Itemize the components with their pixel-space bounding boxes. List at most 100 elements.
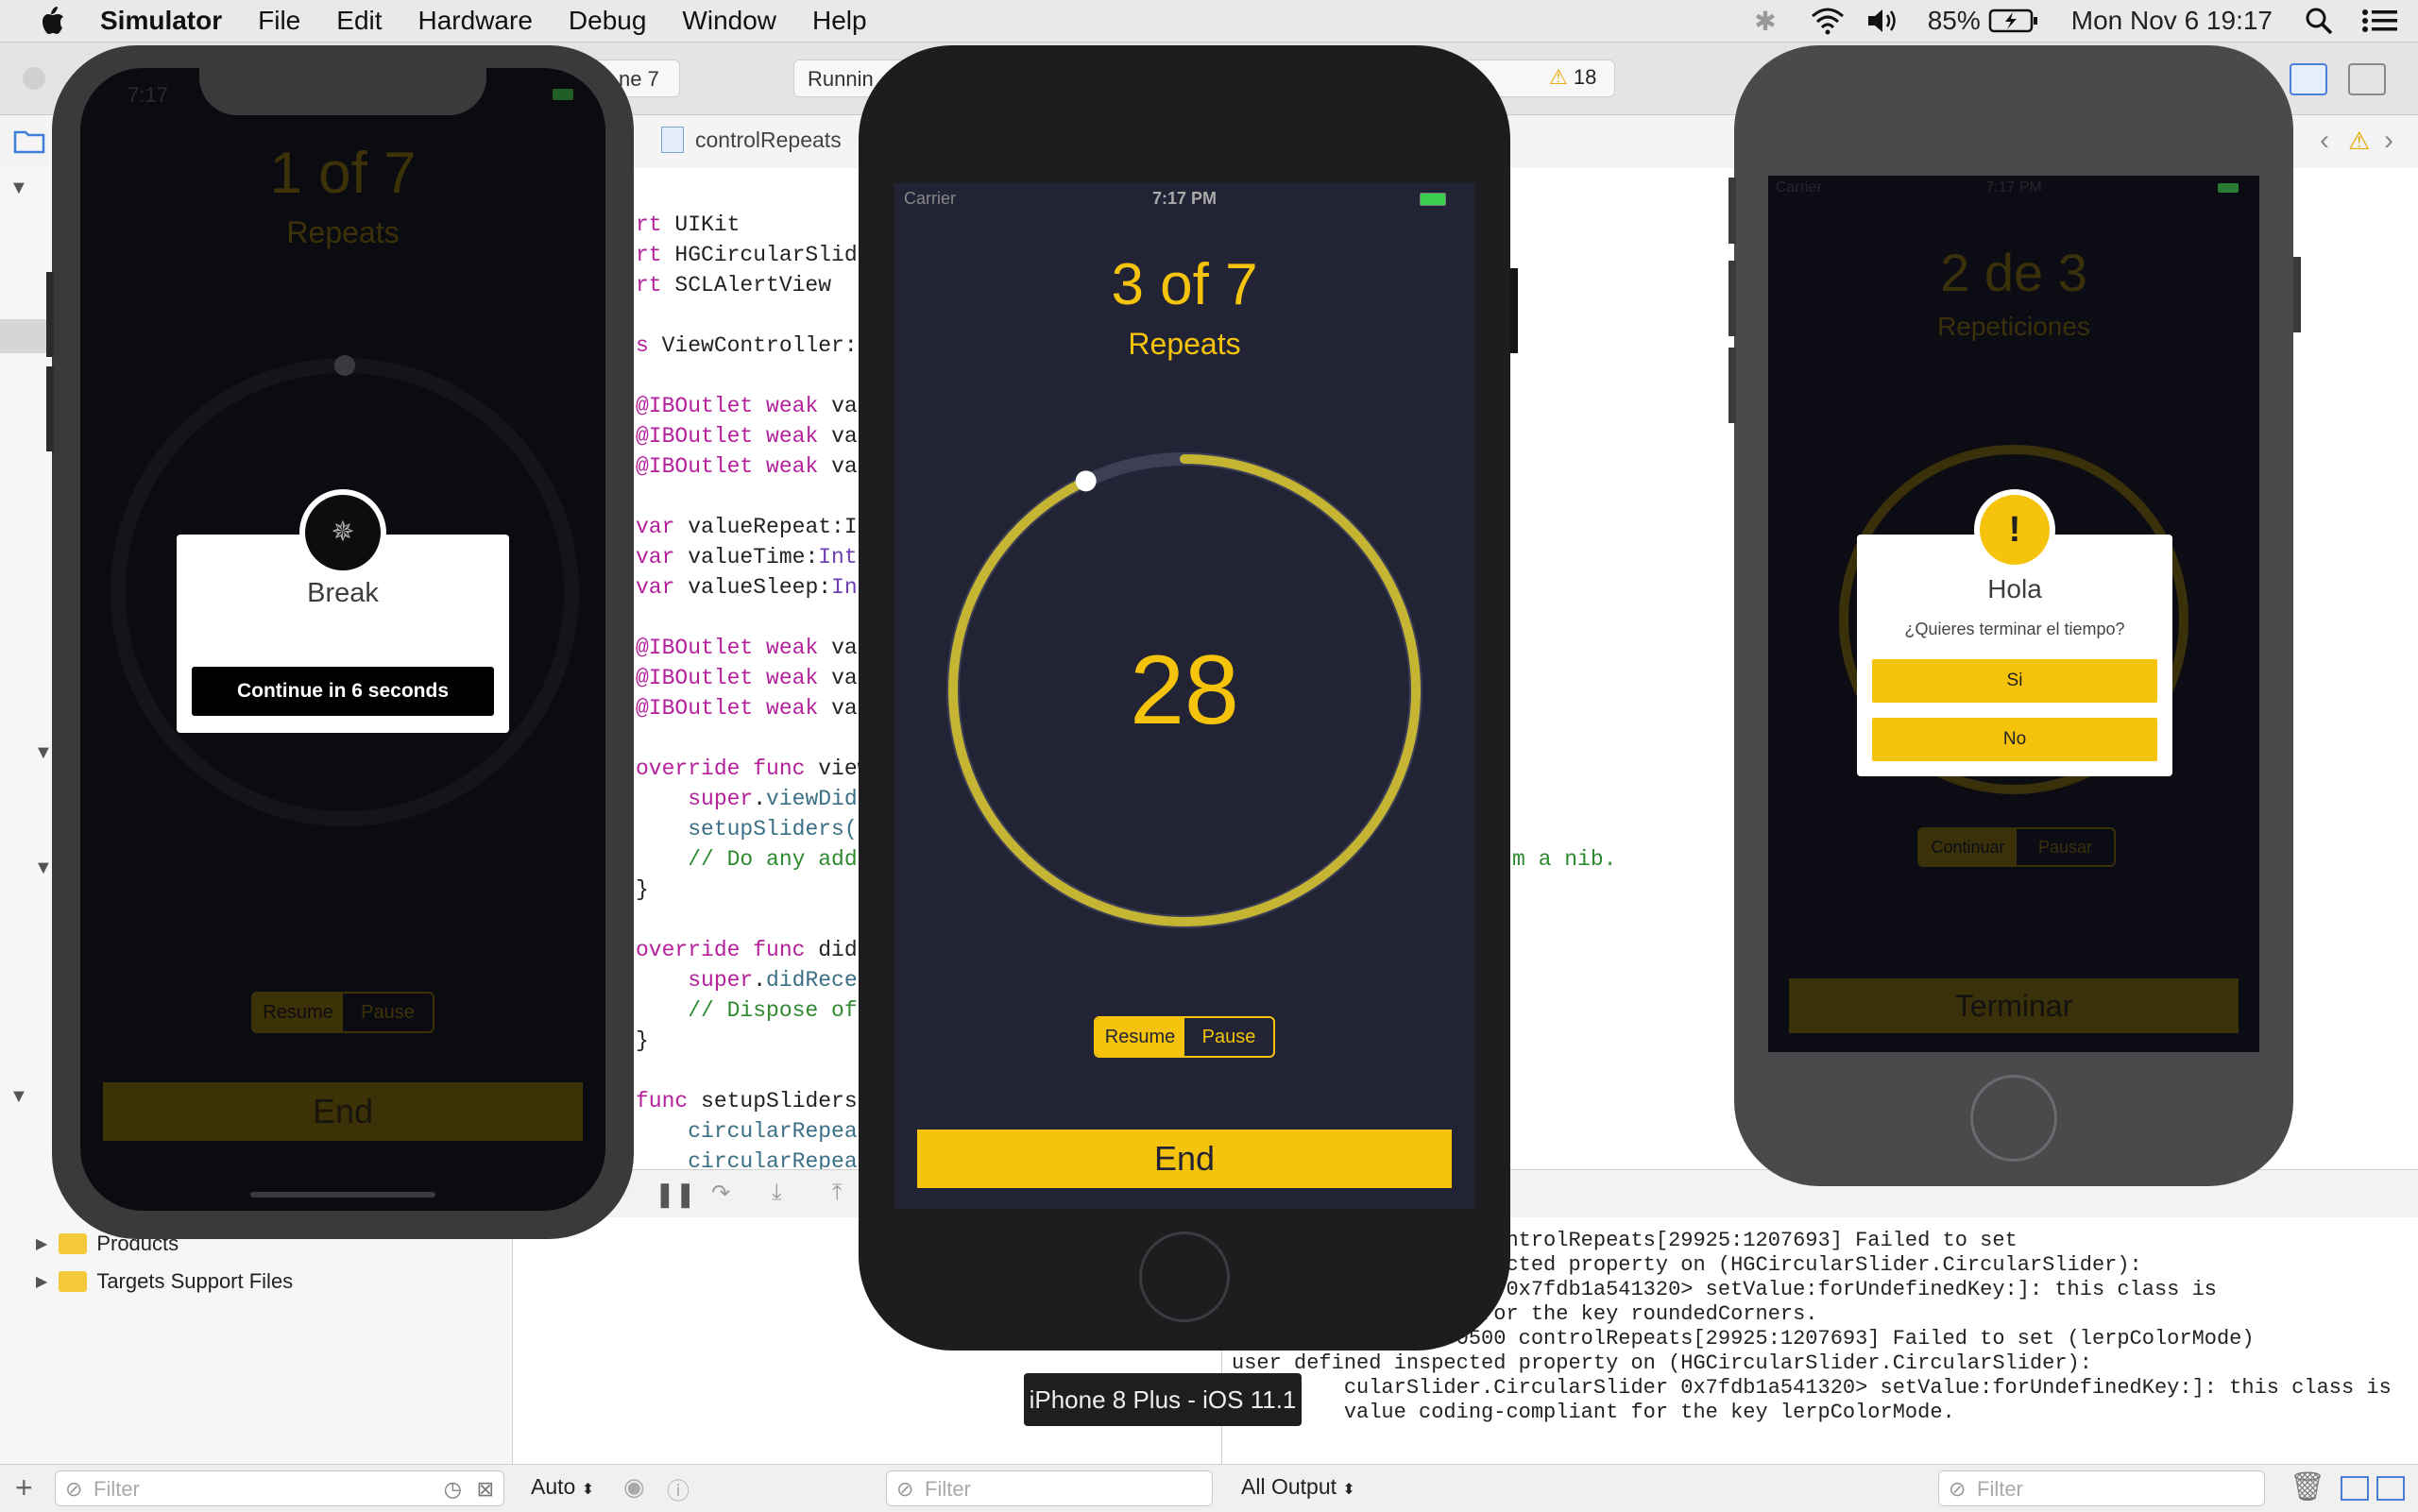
home-indicator[interactable] <box>250 1192 435 1198</box>
toggle-debug-area-button[interactable] <box>2290 63 2327 95</box>
battery-icon[interactable] <box>1988 8 2039 34</box>
source-control-filter-icon[interactable]: ⊠ <box>477 1471 494 1507</box>
alert-title: Hola <box>1987 574 2042 603</box>
variables-filter-input[interactable]: ⊘ Filter <box>886 1470 1213 1506</box>
volume-button[interactable] <box>1728 261 1736 336</box>
code-line: @IBOutlet weak va <box>636 696 858 721</box>
slider-knob <box>1075 470 1097 492</box>
console-filter-input[interactable]: ⊘ Filter <box>1938 1470 2265 1506</box>
side-button[interactable] <box>46 272 54 357</box>
menu-file[interactable]: File <box>258 6 300 36</box>
repeat-counter: 1 of 7 <box>269 141 417 206</box>
jump-forward-icon[interactable]: › <box>2384 125 2393 157</box>
output-selector[interactable]: All Output ⬍ <box>1241 1474 1355 1500</box>
disclosure-triangle[interactable]: ▼ <box>9 178 28 199</box>
battery-percent[interactable]: 85% <box>1928 6 1981 36</box>
disclosure-triangle[interactable]: ▼ <box>34 858 53 879</box>
end-button[interactable]: Terminar <box>1789 978 2239 1033</box>
menu-window[interactable]: Window <box>682 6 776 36</box>
swift-file-icon <box>661 127 684 153</box>
breadcrumb-file[interactable]: controlRepeats <box>695 127 842 153</box>
alert-message: ¿Quieres terminar el tiempo? <box>1904 620 2125 638</box>
screen[interactable]: 7:17 1 of 7 Repeats ✵ Break Continue in … <box>80 68 605 1211</box>
bluetooth-icon[interactable]: ✱ <box>1754 6 1776 37</box>
home-button[interactable] <box>1970 1075 2057 1162</box>
disclosure-triangle[interactable]: ▼ <box>34 742 53 764</box>
apple-logo-icon[interactable] <box>38 5 66 37</box>
menu-help[interactable]: Help <box>812 6 867 36</box>
code-line: rt UIKit <box>636 212 741 237</box>
continue-segment[interactable]: Continuar <box>1919 829 2017 865</box>
menu-bar: Simulator File Edit Hardware Debug Windo… <box>0 0 2418 42</box>
code-line: setupSliders( <box>688 817 858 841</box>
time-value: 28 <box>1130 636 1239 745</box>
split-right-icon[interactable] <box>2376 1476 2405 1501</box>
clock-text[interactable]: Mon Nov 6 19:17 <box>2071 6 2273 36</box>
spotlight-search-icon[interactable] <box>2305 7 2333 35</box>
warning-icon[interactable]: ⚠ <box>2348 127 2370 156</box>
auto-selector[interactable]: Auto ⬍ <box>531 1474 594 1500</box>
pause-segment[interactable]: Pause <box>1184 1018 1273 1056</box>
volume-button[interactable] <box>46 366 54 451</box>
continue-pause-control[interactable]: Continuar Pausar <box>1917 827 2116 867</box>
navigator-filter-input[interactable]: ⊘ Filter ◷ ⊠ <box>55 1470 504 1506</box>
break-alert: ✵ Break Continue in 6 seconds <box>177 489 509 733</box>
end-button[interactable]: End <box>917 1130 1452 1188</box>
folder-icon <box>59 1271 88 1292</box>
code-line: circularRepea <box>688 1119 858 1144</box>
code-line: rt HGCircularSlide <box>636 243 871 267</box>
pause-segment[interactable]: Pausar <box>2017 829 2114 865</box>
screen[interactable]: Carrier 7:17 PM 3 of 7 Repeats 28 Resume… <box>894 183 1474 1209</box>
step-out-icon[interactable]: ⤒ <box>832 1180 843 1206</box>
screen[interactable]: Carrier 7:17 PM 2 de 3 Repeticiones ! Ho… <box>1768 176 2259 1052</box>
continue-button[interactable]: Continue in 6 seconds <box>192 667 494 716</box>
menu-edit[interactable]: Edit <box>336 6 382 36</box>
console-line: user defined inspected property on (HGCi… <box>1232 1351 2092 1375</box>
code-line: func setupSliders <box>636 1089 858 1113</box>
side-button[interactable] <box>1510 268 1518 353</box>
breadcrumb[interactable]: controlRepeats <box>661 127 842 153</box>
warning-icon: ! <box>1980 495 2050 565</box>
stepper-icon: ⬍ <box>1342 1482 1355 1498</box>
warning-badge[interactable]: ⚠ 18 <box>1549 65 1596 90</box>
resume-segment[interactable]: Resume <box>253 994 343 1031</box>
no-button[interactable]: No <box>1872 718 2157 761</box>
quick-look-icon[interactable]: ◉ <box>623 1472 645 1502</box>
warning-icon: ⚠ <box>1549 65 1568 89</box>
menu-debug[interactable]: Debug <box>569 6 647 36</box>
side-button[interactable] <box>1728 178 1736 244</box>
code-line: } <box>636 1028 649 1053</box>
info-icon[interactable]: ⓘ <box>667 1472 690 1505</box>
home-button[interactable] <box>1139 1232 1230 1322</box>
navigator-row-targets-support-files[interactable]: ▶ Targets Support Files <box>36 1269 293 1294</box>
folder-icon[interactable] <box>13 127 45 155</box>
menu-app-name[interactable]: Simulator <box>100 6 222 36</box>
pause-segment[interactable]: Pause <box>343 994 433 1031</box>
volume-button[interactable] <box>1728 348 1736 423</box>
yes-button[interactable]: Si <box>1872 659 2157 703</box>
end-button[interactable]: End <box>103 1082 583 1141</box>
side-button[interactable] <box>2293 257 2301 332</box>
trash-icon[interactable]: 🗑 <box>2290 1470 2325 1504</box>
toggle-utilities-button[interactable] <box>2348 63 2386 95</box>
menu-hardware[interactable]: Hardware <box>418 6 533 36</box>
resume-segment[interactable]: Resume <box>1096 1018 1184 1056</box>
step-over-icon[interactable]: ↷ <box>711 1180 730 1207</box>
pause-button[interactable]: ❚❚ <box>655 1180 696 1209</box>
wifi-icon[interactable] <box>1809 7 1847 35</box>
volume-icon[interactable] <box>1865 7 1899 35</box>
notification-center-icon[interactable] <box>2361 7 2399 35</box>
disclosure-triangle[interactable]: ▼ <box>9 1086 28 1108</box>
split-left-icon[interactable] <box>2341 1476 2369 1501</box>
jump-back-icon[interactable]: ‹ <box>2320 125 2329 157</box>
stepper-icon: ⬍ <box>581 1482 595 1498</box>
resume-pause-control[interactable]: Resume Pause <box>251 992 434 1033</box>
window-close-button[interactable] <box>23 67 45 90</box>
code-line: s ViewController: <box>636 333 858 358</box>
step-into-icon[interactable]: ⤓ <box>772 1180 782 1206</box>
recent-files-icon[interactable]: ◷ <box>444 1471 462 1507</box>
resume-pause-control[interactable]: Resume Pause <box>1094 1016 1275 1058</box>
add-button[interactable]: + <box>15 1470 33 1505</box>
